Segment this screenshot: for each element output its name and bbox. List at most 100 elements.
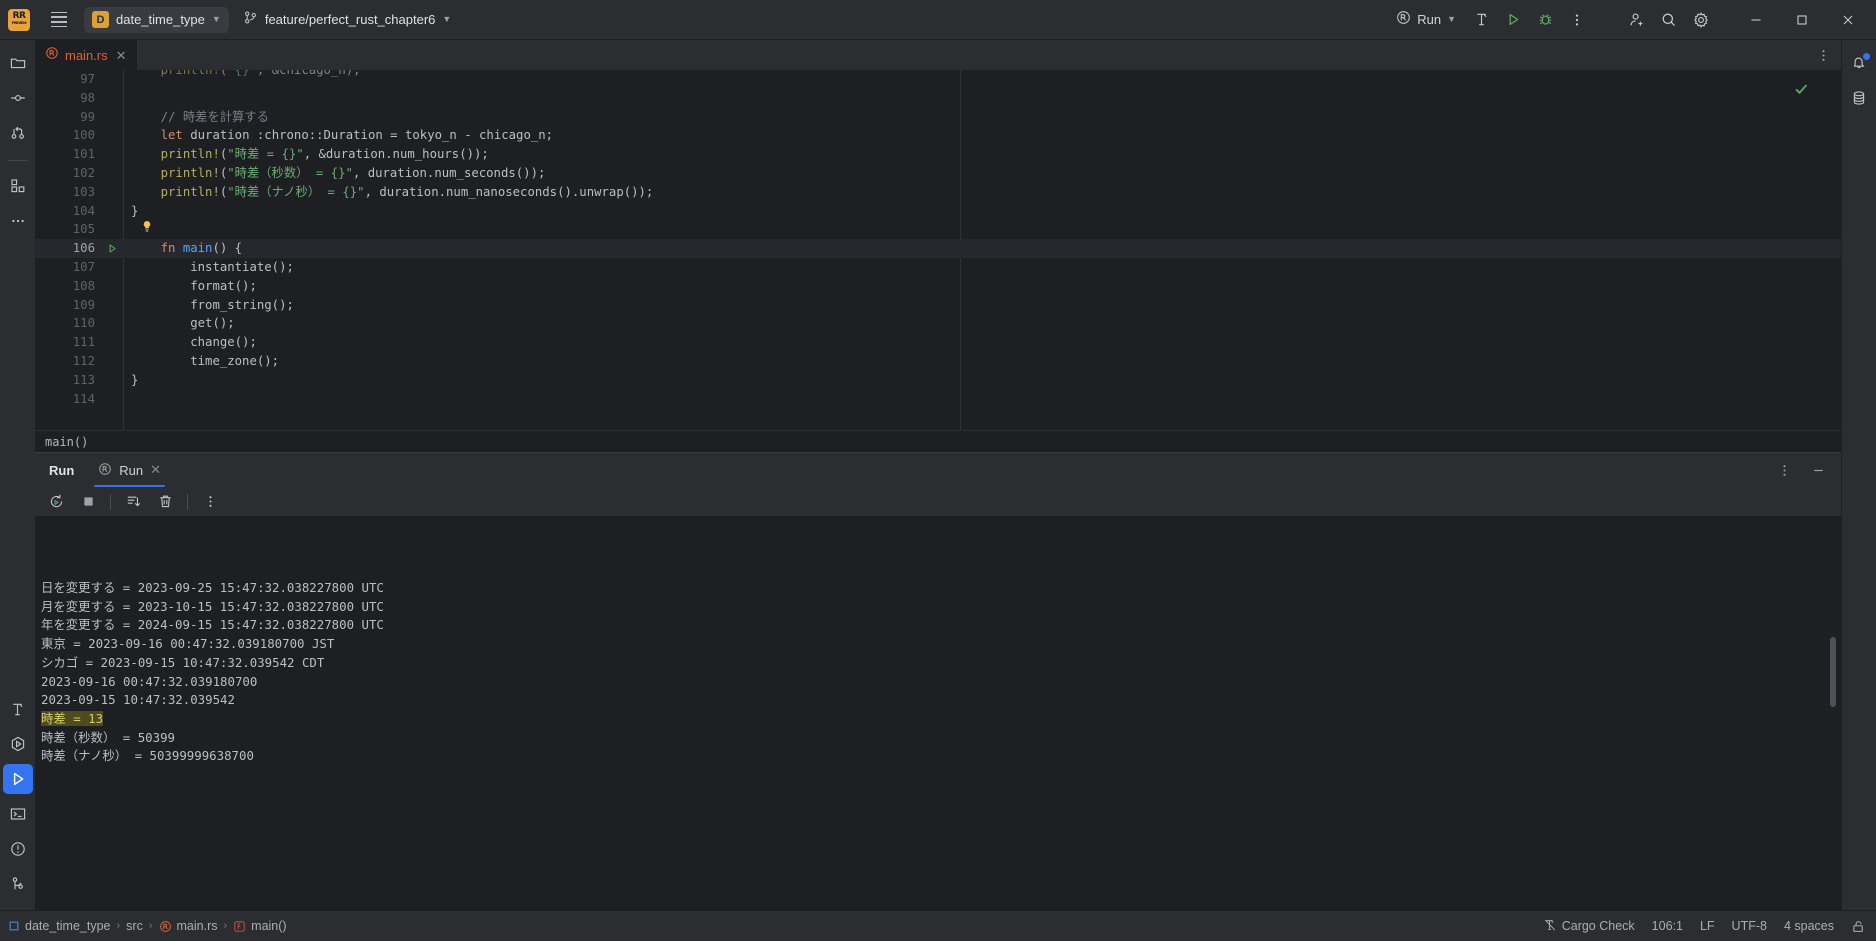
sidebar-item-commit[interactable]: [3, 83, 33, 113]
breadcrumb-item-label: main.rs: [176, 919, 218, 933]
caret-position[interactable]: 106:1: [1652, 919, 1683, 933]
code-line[interactable]: 99 // 時差を計算する: [35, 108, 1841, 127]
line-number: 98: [80, 90, 95, 105]
code-text: println!("時差（ナノ秒） = {}", duration.num_na…: [160, 184, 654, 199]
more-actions-button[interactable]: [1562, 5, 1592, 35]
debug-button[interactable]: [1530, 5, 1560, 35]
breadcrumb-item-mainrs[interactable]: main.rs: [159, 919, 218, 933]
clear-all-button[interactable]: [150, 487, 180, 517]
code-line[interactable]: 107 instantiate();: [35, 258, 1841, 277]
breadcrumb-item-date_time_type[interactable]: date_time_type: [8, 919, 110, 933]
code-line[interactable]: 109 from_string();: [35, 296, 1841, 315]
toolbar-divider: [187, 493, 188, 510]
code-line[interactable]: 101 println!("時差 = {}", &duration.num_ho…: [35, 145, 1841, 164]
code-text: println!("時差 = {}", &duration.num_hours(…: [160, 147, 489, 162]
notification-badge: [1863, 53, 1870, 60]
code-editor[interactable]: 97 println!("{}", &chicago_n); 98 99 // 時…: [35, 70, 1841, 430]
line-number: 110: [72, 316, 95, 331]
console-options-button[interactable]: [195, 487, 225, 517]
stop-button[interactable]: [73, 487, 103, 517]
project-selector[interactable]: D date_time_type ▼: [84, 6, 229, 33]
sidebar-item-run[interactable]: [2, 764, 33, 794]
code-line[interactable]: 113}: [35, 371, 1841, 390]
main-body: main.rs ✕ 97 println!("{}", &chicago_n);…: [0, 40, 1876, 910]
unlocked-icon[interactable]: [1851, 919, 1866, 934]
editor-tab-main-rs[interactable]: main.rs ✕: [35, 40, 137, 70]
rust-file-icon: [159, 920, 172, 933]
file-encoding[interactable]: UTF-8: [1732, 919, 1767, 933]
build-button[interactable]: [1466, 5, 1496, 35]
add-user-button[interactable]: [1622, 5, 1652, 35]
sidebar-item-pull-requests[interactable]: [3, 118, 33, 148]
code-line[interactable]: 98: [35, 89, 1841, 108]
run-panel-minimize-button[interactable]: [1803, 455, 1833, 485]
settings-button[interactable]: [1686, 5, 1716, 35]
sidebar-item-terminal[interactable]: [3, 799, 33, 829]
main-menu-button[interactable]: [42, 5, 76, 35]
editor-breadcrumb[interactable]: main(): [35, 430, 1841, 452]
sidebar-item-git[interactable]: [3, 869, 33, 899]
console-line: 時差（秒数） = 50399: [41, 729, 176, 745]
code-line[interactable]: 97 println!("{}", &chicago_n);: [35, 70, 1841, 89]
line-number: 100: [72, 128, 95, 143]
code-line[interactable]: 100 let duration :chrono::Duration = tok…: [35, 126, 1841, 145]
run-panel-options-button[interactable]: [1769, 455, 1799, 485]
close-icon[interactable]: ✕: [150, 462, 161, 478]
breadcrumb-item-main[interactable]: main(): [233, 919, 287, 933]
sidebar-item-notifications[interactable]: [1844, 48, 1874, 78]
cargo-check-label: Cargo Check: [1561, 919, 1635, 933]
code-line[interactable]: 106 fn main() {: [35, 239, 1841, 258]
cargo-check-status[interactable]: Cargo Check: [1543, 918, 1635, 935]
sidebar-item-build[interactable]: [3, 694, 33, 724]
line-number: 112: [72, 353, 95, 368]
search-everywhere-button[interactable]: [1654, 5, 1684, 35]
breadcrumb-item-src[interactable]: src: [126, 919, 143, 933]
run-console-output[interactable]: 日を変更する = 2023-09-25 15:47:32.038227800 U…: [35, 517, 1841, 910]
editor-tab-options-button[interactable]: [1811, 40, 1835, 70]
console-line: 時差（ナノ秒） = 50399999638700: [41, 748, 254, 764]
code-line[interactable]: 112 time_zone();: [35, 352, 1841, 371]
rerun-button[interactable]: [41, 487, 71, 517]
sidebar-item-problems[interactable]: [3, 834, 33, 864]
console-line: 2023-09-16 00:47:32.039180700: [41, 673, 258, 689]
minimize-window-button[interactable]: [1734, 1, 1778, 39]
sidebar-item-services[interactable]: [3, 729, 33, 759]
status-bar-right: Cargo Check 106:1 LF UTF-8 4 spaces: [1543, 918, 1866, 935]
sidebar-item-project[interactable]: [3, 48, 33, 78]
run-panel-tab-label: Run: [119, 462, 144, 478]
code-line[interactable]: 111 change();: [35, 333, 1841, 352]
run-button[interactable]: [1498, 5, 1528, 35]
code-line[interactable]: 110 get();: [35, 314, 1841, 333]
sidebar-item-plugins[interactable]: [3, 171, 33, 201]
run-configuration-selector[interactable]: Run ▼: [1388, 7, 1464, 33]
code-line[interactable]: 104}: [35, 202, 1841, 221]
rust-run-config-icon: [1396, 10, 1411, 30]
gutter-slot: [101, 145, 123, 164]
run-panel-tab-run[interactable]: Run ✕: [88, 453, 171, 487]
run-panel-actions: [1769, 453, 1833, 487]
code-line[interactable]: 103 println!("時差（ナノ秒） = {}", duration.nu…: [35, 183, 1841, 202]
gutter-slot: [101, 202, 123, 221]
line-number: 114: [72, 391, 95, 406]
code-line[interactable]: 105: [35, 220, 1841, 239]
run-gutter-icon[interactable]: [101, 239, 123, 258]
maximize-window-button[interactable]: [1780, 1, 1824, 39]
run-panel-title: Run: [49, 462, 75, 478]
line-number: 101: [72, 147, 95, 162]
code-line[interactable]: 108 format();: [35, 277, 1841, 296]
sidebar-item-database[interactable]: [1844, 83, 1874, 113]
sidebar-item-more[interactable]: [3, 206, 33, 236]
branch-name: feature/perfect_rust_chapter6: [264, 12, 436, 27]
close-icon[interactable]: ✕: [114, 49, 129, 62]
close-window-button[interactable]: [1826, 1, 1870, 39]
code-line[interactable]: 102 println!("時差（秒数） = {}", duration.num…: [35, 164, 1841, 183]
chevron-down-icon: ▼: [442, 14, 452, 24]
line-separator[interactable]: LF: [1700, 919, 1715, 933]
code-line[interactable]: 114: [35, 390, 1841, 409]
indent-setting[interactable]: 4 spaces: [1784, 919, 1834, 933]
inspection-status-ok-icon[interactable]: [1794, 82, 1809, 102]
gutter-slot: [101, 108, 123, 127]
console-scrollbar[interactable]: [1830, 637, 1836, 707]
scroll-to-end-button[interactable]: [118, 487, 148, 517]
branch-selector[interactable]: feature/perfect_rust_chapter6 ▼: [237, 7, 459, 33]
